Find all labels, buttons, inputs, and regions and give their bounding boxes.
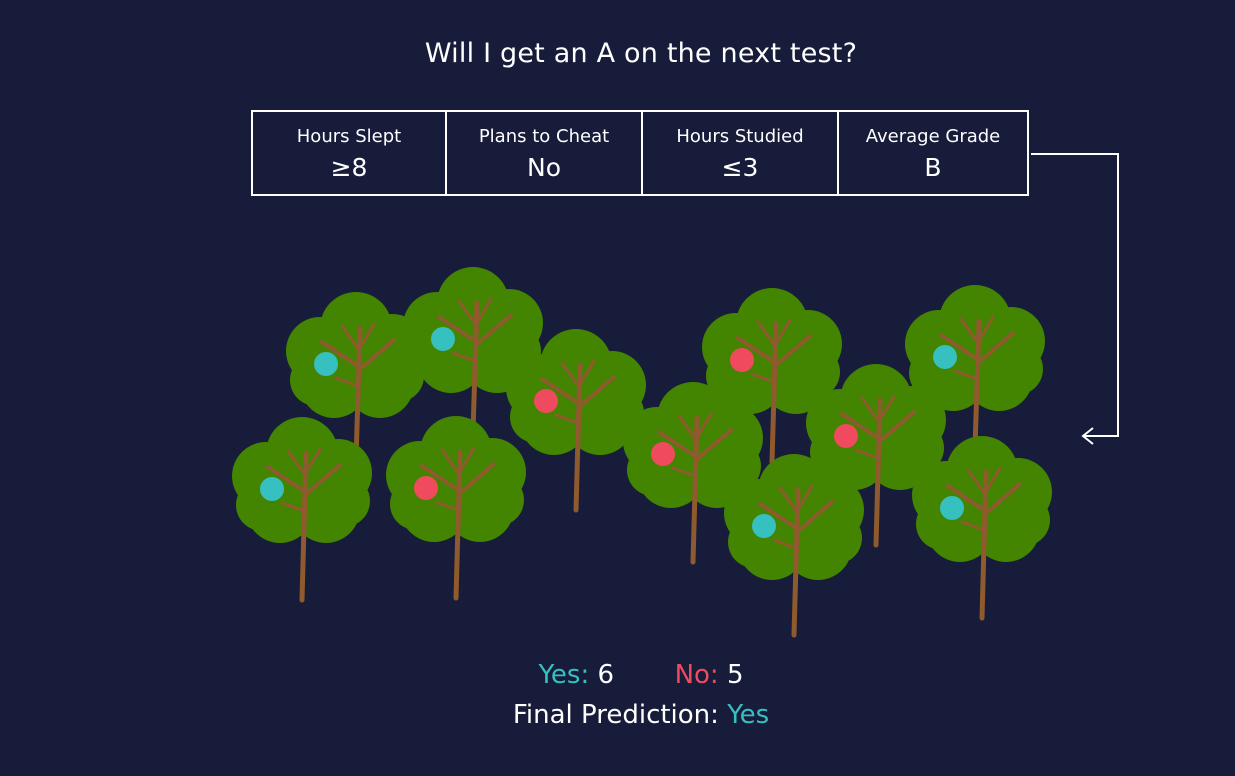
vote-no-dot [414,476,438,500]
vote-no-dot [534,389,558,413]
vote-yes-dot [933,345,957,369]
vote-tally: Yes: 6 No: 5 [0,660,1235,690]
flow-arrow [1031,153,1119,445]
vote-no-dot [730,348,754,372]
vote-yes-dot [431,327,455,351]
vote-no-dot [834,424,858,448]
no-count: 5 [726,660,744,690]
final-label: Final Prediction: [512,700,719,730]
tree [386,416,526,601]
final-value: Yes [727,700,770,730]
tree [232,417,372,603]
vote-yes-dot [940,496,964,520]
yes-label: Yes: [538,660,590,690]
vote-no-dot [651,442,675,466]
trees-group [232,267,1052,638]
vote-yes-dot [752,514,776,538]
no-label: No: [674,660,719,690]
final-prediction: Final Prediction: Yes [0,700,1235,730]
yes-count: 6 [597,660,615,690]
vote-yes-dot [260,477,284,501]
vote-yes-dot [314,352,338,376]
